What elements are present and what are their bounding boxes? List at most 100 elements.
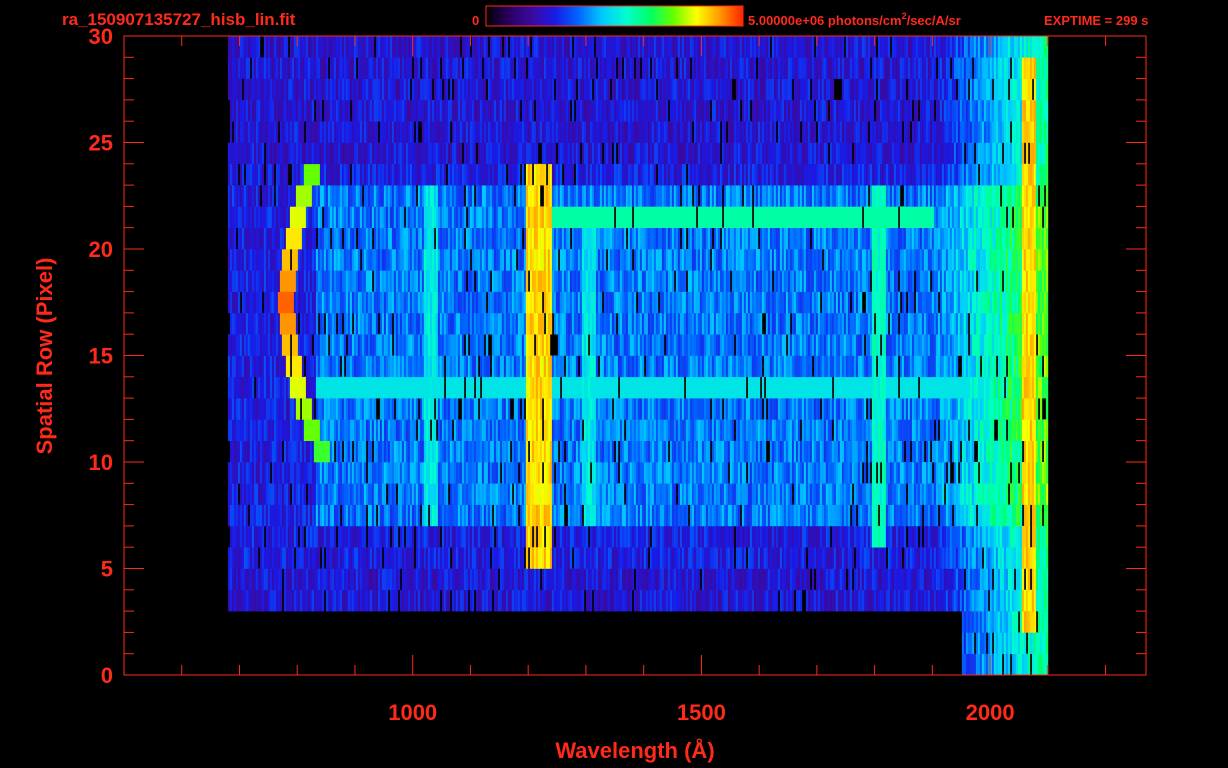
heat-cell [603, 589, 607, 612]
heat-cell [673, 355, 677, 378]
heat-cell [335, 568, 339, 591]
heat-cell [875, 398, 879, 420]
heat-cell [451, 334, 455, 356]
heat-cell [1011, 547, 1015, 569]
heat-cell [439, 568, 443, 591]
heat-cell [769, 589, 773, 612]
heat-cell [833, 568, 837, 591]
heat-cell [433, 355, 437, 378]
heat-cell [709, 483, 713, 505]
heat-cell [499, 568, 503, 591]
heat-cell [999, 589, 1003, 612]
heat-cell [757, 398, 761, 420]
heat-cell [935, 483, 939, 505]
heat-cell [249, 376, 253, 399]
heat-cell [553, 376, 557, 399]
heat-cell [681, 376, 685, 399]
heat-cell [945, 547, 949, 569]
heat-cell [231, 419, 235, 441]
heat-cell [273, 525, 277, 548]
heat-cell [349, 355, 353, 378]
heat-cell [713, 504, 717, 527]
heat-cell [283, 440, 287, 463]
heat-cell [913, 462, 917, 484]
heat-cell [639, 504, 643, 527]
heat-cell [455, 547, 459, 569]
heat-cell [391, 398, 395, 420]
heat-cell [945, 589, 949, 612]
heat-cell [561, 483, 565, 505]
heat-cell [837, 398, 841, 420]
heat-cell [955, 355, 959, 378]
heat-cell [971, 589, 975, 612]
heat-cell [421, 525, 425, 548]
heat-cell [435, 504, 439, 527]
heat-cell [921, 547, 925, 569]
heat-cell [439, 440, 443, 463]
heat-cell [1039, 419, 1043, 441]
heat-cell [537, 504, 541, 527]
heat-cell [977, 653, 981, 675]
heat-cell [963, 632, 967, 654]
heat-cell [543, 547, 547, 569]
heat-cell [493, 334, 497, 356]
heat-cell [597, 334, 601, 356]
heat-cell [411, 462, 415, 484]
heat-cell [563, 419, 567, 441]
heat-cell [445, 525, 449, 548]
heat-cell [943, 547, 947, 569]
heat-cell [313, 376, 317, 399]
heat-cell [699, 483, 703, 505]
heat-cell [1007, 653, 1011, 675]
heat-cell [611, 504, 615, 527]
heat-cell [603, 419, 607, 441]
heat-cell [771, 376, 775, 399]
heat-cell [985, 355, 989, 378]
heat-cell [511, 589, 515, 612]
heat-cell [1019, 462, 1023, 484]
heat-cell [893, 376, 897, 399]
heat-cell [965, 440, 969, 463]
heat-cell [991, 398, 995, 420]
heat-cell [369, 376, 373, 399]
heat-cell [263, 462, 267, 484]
heat-cell [705, 398, 709, 420]
heat-cell [995, 632, 999, 654]
heat-cell [919, 355, 923, 378]
heat-cell [997, 376, 1001, 399]
heat-cell [273, 504, 277, 527]
heat-cell [645, 504, 649, 527]
heat-cell [257, 440, 261, 463]
heat-cell [993, 589, 997, 612]
heat-cell [229, 525, 233, 548]
heat-cell [387, 398, 391, 420]
heat-cell [709, 504, 713, 527]
heat-cell [439, 334, 443, 356]
heat-cell [651, 547, 655, 569]
heat-cell [643, 589, 647, 612]
heat-cell [519, 440, 523, 463]
heat-cell [807, 462, 811, 484]
heat-cell [527, 462, 531, 484]
heat-cell [383, 547, 387, 569]
heat-cell [779, 355, 783, 378]
heat-cell [405, 376, 409, 399]
heat-cell [935, 504, 939, 527]
heat-cell [731, 504, 735, 527]
heat-cell [815, 355, 819, 378]
heat-cell [1009, 504, 1013, 527]
heat-cell [523, 376, 527, 399]
heat-cell [839, 483, 843, 505]
heat-cell [501, 334, 505, 356]
heat-cell [425, 398, 429, 420]
heat-cell [771, 419, 775, 441]
heat-cell [281, 334, 285, 356]
heat-cell [323, 376, 327, 399]
heat-cell [279, 419, 283, 441]
heat-cell [635, 334, 639, 356]
heat-cell [407, 547, 411, 569]
heat-cell [873, 376, 877, 399]
heat-cell [843, 440, 847, 463]
heat-cell [255, 525, 259, 548]
heat-cell [525, 568, 529, 591]
